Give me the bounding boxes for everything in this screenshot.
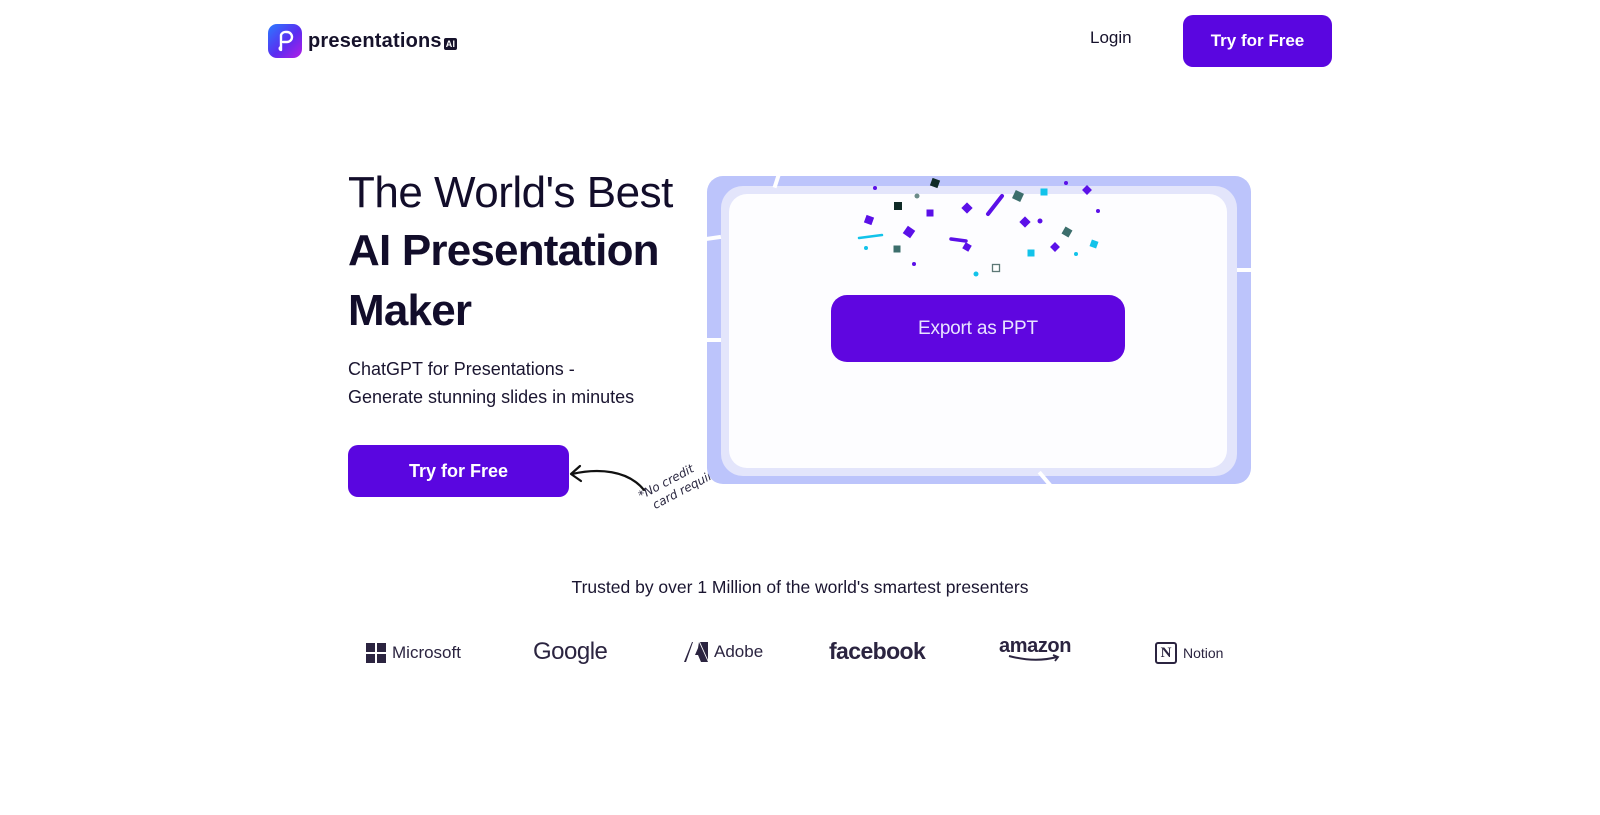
amazon-smile-icon	[1008, 654, 1060, 662]
brand-name: presentations AI	[308, 29, 458, 53]
logo-facebook-text: facebook	[829, 638, 926, 664]
logo-google-text: Google	[533, 638, 608, 665]
brand-wordmark: presentations	[308, 29, 442, 52]
logo-adobe: Adobe	[684, 642, 763, 662]
site-header: presentations AI Login Try for Free	[0, 0, 1600, 80]
curved-arrow-icon	[569, 464, 646, 492]
frame-divider	[707, 338, 721, 342]
hero-subtitle-line-2: Generate stunning slides in minutes	[348, 387, 635, 407]
presentations-logo-icon	[268, 24, 302, 58]
customer-logos: Microsoft Google Adobe facebook amazon N…	[0, 636, 1600, 672]
logo-adobe-text: Adobe	[714, 642, 764, 661]
logo-amazon-text: amazon	[999, 635, 1072, 657]
logo-microsoft-text: Microsoft	[392, 643, 461, 662]
hero-title-line-2: AI Presentation	[348, 226, 660, 275]
hero-subtitle-line-1: ChatGPT for Presentations -	[348, 359, 575, 379]
export-as-ppt-button[interactable]: Export as PPT	[831, 295, 1125, 362]
notion-n-icon: N	[1155, 642, 1177, 664]
frame-divider	[1237, 268, 1251, 272]
frame-divider	[707, 234, 722, 242]
brand-logo[interactable]: presentations AI	[268, 24, 458, 58]
header-try-for-free-button[interactable]: Try for Free	[1183, 15, 1332, 67]
logo-google: Google	[533, 638, 608, 666]
brand-ai-badge: AI	[443, 37, 458, 50]
logo-microsoft: Microsoft	[366, 643, 461, 663]
logo-amazon: amazon	[999, 636, 1071, 662]
trust-headline: Trusted by over 1 Million of the world's…	[571, 577, 1029, 597]
adobe-a-icon	[684, 642, 708, 662]
hero-title-line-3: Maker	[348, 286, 472, 335]
logo-notion-text: Notion	[1183, 645, 1224, 661]
hero-subtitle: ChatGPT for Presentations - Generate stu…	[348, 355, 634, 411]
login-link[interactable]: Login	[1090, 28, 1132, 48]
hero-try-for-free-button[interactable]: Try for Free	[348, 445, 569, 497]
logo-notion: N Notion	[1155, 642, 1223, 664]
hero-title-line-1: The World's Best	[348, 168, 673, 217]
logo-facebook: facebook	[829, 638, 926, 665]
windows-grid-icon	[366, 643, 386, 663]
